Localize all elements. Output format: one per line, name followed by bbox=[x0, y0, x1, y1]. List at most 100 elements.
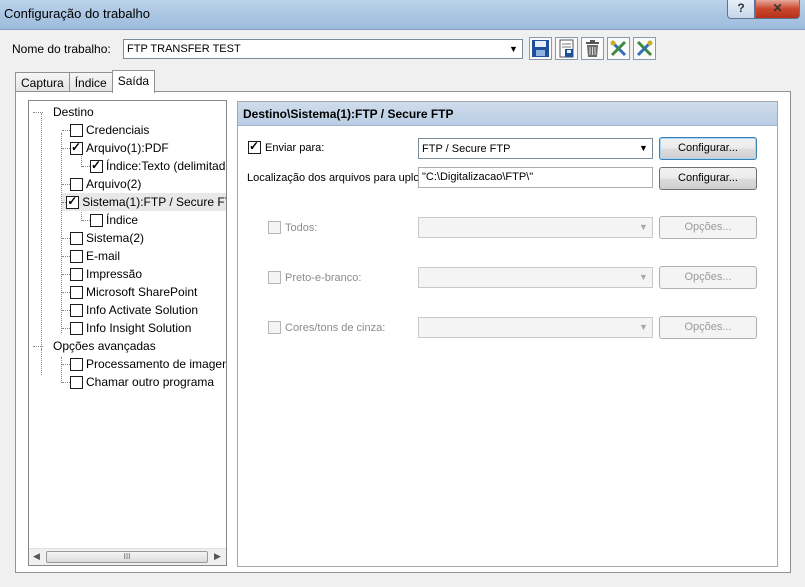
upload-location-input[interactable]: "C:\Digitalizacao\FTP\" bbox=[418, 167, 653, 188]
bw-checkbox-row[interactable]: Preto-e-branco: bbox=[268, 271, 361, 284]
tree-connector bbox=[41, 113, 42, 349]
bottom-strip bbox=[0, 576, 805, 587]
tree-item-label: E-mail bbox=[86, 249, 121, 263]
tree-item-indice[interactable]: Índice bbox=[82, 211, 138, 229]
color-checkbox[interactable] bbox=[268, 321, 281, 334]
tools-icon[interactable] bbox=[607, 37, 630, 60]
bw-checkbox[interactable] bbox=[268, 271, 281, 284]
configure-send-button[interactable]: Configurar... bbox=[659, 137, 757, 160]
color-dropdown[interactable]: ▼ bbox=[418, 317, 653, 338]
bw-dropdown[interactable]: ▼ bbox=[418, 267, 653, 288]
tab-strip: Captura Índice Saída bbox=[15, 70, 156, 93]
send-to-dropdown[interactable]: FTP / Secure FTP ▼ bbox=[418, 138, 653, 159]
checkbox[interactable] bbox=[70, 249, 83, 263]
tree-item-indice-texto[interactable]: Índice:Texto (delimitad bbox=[82, 157, 225, 175]
tree-item-label: Processamento de imagen bbox=[86, 357, 227, 371]
tab-saida[interactable]: Saída bbox=[111, 70, 156, 93]
window-title: Configuração do trabalho bbox=[4, 6, 150, 21]
all-label: Todos: bbox=[285, 221, 318, 234]
checkbox[interactable] bbox=[90, 158, 103, 173]
send-to-label: Enviar para: bbox=[265, 141, 325, 154]
checkbox[interactable] bbox=[70, 123, 83, 137]
tab-captura[interactable]: Captura bbox=[15, 72, 70, 93]
destination-tree[interactable]: Destino Credenciais Arquivo(1):PDF Índic… bbox=[28, 100, 227, 566]
tree-item-label: Impressão bbox=[86, 267, 143, 281]
send-to-value: FTP / Secure FTP bbox=[422, 143, 511, 155]
checkbox[interactable] bbox=[70, 177, 83, 191]
configure-location-button[interactable]: Configurar... bbox=[659, 167, 757, 190]
checkbox[interactable] bbox=[70, 357, 83, 371]
upload-location-label-row: Localização dos arquivos para uploa bbox=[247, 172, 426, 184]
tree-item-credenciais[interactable]: Credenciais bbox=[62, 121, 149, 139]
checkbox[interactable] bbox=[70, 375, 83, 389]
checkbox[interactable] bbox=[70, 303, 83, 317]
tree-item-label: Índice:Texto (delimitad bbox=[106, 159, 226, 173]
checkbox[interactable] bbox=[70, 321, 83, 335]
checkbox[interactable] bbox=[70, 285, 83, 299]
job-name-label: Nome do trabalho: bbox=[12, 42, 111, 56]
checkbox[interactable] bbox=[70, 140, 83, 155]
tree-item-arquivo-1[interactable]: Arquivo(1):PDF bbox=[62, 139, 169, 157]
checkbox[interactable] bbox=[66, 194, 80, 209]
help-button[interactable]: ? bbox=[727, 0, 755, 19]
delete-icon[interactable] bbox=[581, 37, 604, 60]
bw-label: Preto-e-branco: bbox=[285, 271, 362, 284]
tree-item-chamar-programa[interactable]: Chamar outro programa bbox=[62, 373, 214, 391]
tab-indice[interactable]: Índice bbox=[68, 72, 113, 93]
tree-item-opcoes-avancadas[interactable]: Opções avançadas bbox=[33, 337, 156, 355]
chevron-down-icon: ▼ bbox=[509, 44, 518, 54]
tree-item-sistema-2[interactable]: Sistema(2) bbox=[62, 229, 144, 247]
tree-item-email[interactable]: E-mail bbox=[62, 247, 120, 265]
color-checkbox-row[interactable]: Cores/tons de cinza: bbox=[268, 321, 385, 334]
tree-item-arquivo-2[interactable]: Arquivo(2) bbox=[62, 175, 141, 193]
save-icon[interactable] bbox=[529, 37, 552, 60]
send-to-checkbox[interactable] bbox=[248, 139, 261, 154]
chevron-down-icon: ▼ bbox=[639, 143, 648, 153]
tree-item-label: Info Activate Solution bbox=[86, 303, 199, 317]
job-toolbar bbox=[529, 37, 656, 60]
scroll-left-icon[interactable]: ◀ bbox=[33, 551, 40, 562]
panel-header: Destino\Sistema(1):FTP / Secure FTP bbox=[238, 102, 777, 126]
all-dropdown[interactable]: ▼ bbox=[418, 217, 653, 238]
tree-item-info-activate[interactable]: Info Activate Solution bbox=[62, 301, 198, 319]
tree-item-label: Arquivo(2) bbox=[86, 177, 142, 191]
tools-alt-icon[interactable] bbox=[633, 37, 656, 60]
tree-item-destino[interactable]: Destino bbox=[33, 103, 94, 121]
tree-item-label: Opções avançadas bbox=[53, 339, 156, 353]
tree-item-label: Info Insight Solution bbox=[86, 321, 192, 335]
title-bar: Configuração do trabalho ? ✕ bbox=[0, 0, 805, 30]
color-options-button[interactable]: Opções... bbox=[659, 316, 757, 339]
destination-settings-panel: Destino\Sistema(1):FTP / Secure FTP Envi… bbox=[237, 101, 778, 567]
checkbox[interactable] bbox=[70, 267, 83, 281]
tree-item-label: Destino bbox=[53, 105, 94, 119]
horizontal-scrollbar[interactable]: ◀ III ▶ bbox=[29, 548, 226, 565]
close-button[interactable]: ✕ bbox=[755, 0, 800, 19]
scroll-right-icon[interactable]: ▶ bbox=[214, 551, 221, 562]
tree-item-processamento[interactable]: Processamento de imagen bbox=[62, 355, 227, 373]
color-label: Cores/tons de cinza: bbox=[285, 321, 386, 334]
bw-options-button[interactable]: Opções... bbox=[659, 266, 757, 289]
all-checkbox[interactable] bbox=[268, 221, 281, 234]
checkbox[interactable] bbox=[70, 231, 83, 245]
job-name-dropdown[interactable]: FTP TRANSFER TEST ▼ bbox=[123, 39, 523, 59]
chevron-down-icon: ▼ bbox=[639, 322, 648, 332]
tree-item-sistema-1[interactable]: Sistema(1):FTP / Secure FT bbox=[62, 193, 226, 211]
send-to-checkbox-row[interactable]: Enviar para: bbox=[248, 139, 325, 154]
tree-item-label: Credenciais bbox=[86, 123, 150, 137]
tree-item-impressao[interactable]: Impressão bbox=[62, 265, 142, 283]
save-as-icon[interactable] bbox=[555, 37, 578, 60]
tree-item-info-insight[interactable]: Info Insight Solution bbox=[62, 319, 191, 337]
tree-item-sharepoint[interactable]: Microsoft SharePoint bbox=[62, 283, 197, 301]
tree-item-label: Microsoft SharePoint bbox=[86, 285, 198, 299]
upload-location-label: Localização dos arquivos para uploa bbox=[247, 172, 426, 184]
job-name-value: FTP TRANSFER TEST bbox=[127, 43, 241, 55]
all-checkbox-row[interactable]: Todos: bbox=[268, 221, 317, 234]
checkbox[interactable] bbox=[90, 213, 103, 227]
all-options-button[interactable]: Opções... bbox=[659, 216, 757, 239]
tree-item-label: Arquivo(1):PDF bbox=[86, 141, 169, 155]
grip-icon: III bbox=[123, 552, 131, 561]
chevron-down-icon: ▼ bbox=[639, 222, 648, 232]
scrollbar-thumb[interactable]: III bbox=[46, 551, 208, 563]
tree-item-label: Chamar outro programa bbox=[86, 375, 215, 389]
chevron-down-icon: ▼ bbox=[639, 272, 648, 282]
